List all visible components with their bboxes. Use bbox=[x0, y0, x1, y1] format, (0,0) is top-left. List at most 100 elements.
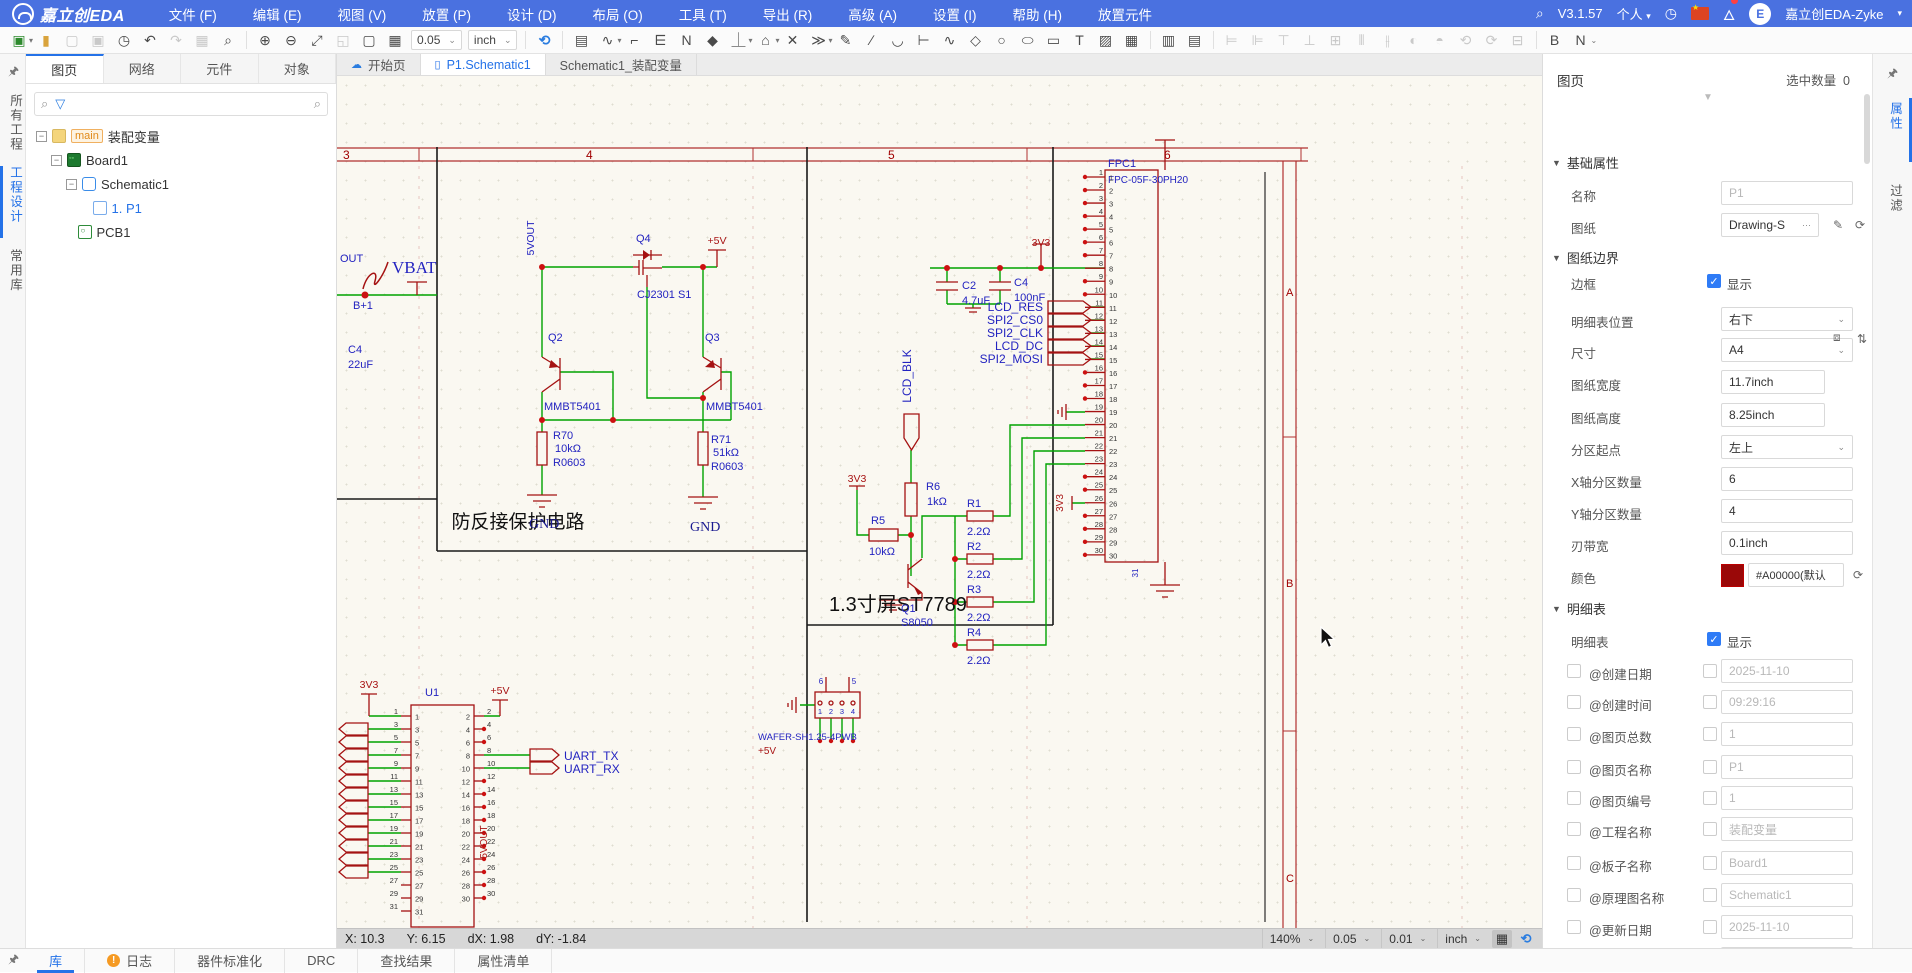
attr-value-checkbox[interactable] bbox=[1703, 791, 1717, 805]
schematic-label[interactable]: 2.2Ω bbox=[967, 526, 991, 538]
align-grid-icon[interactable]: ⊞ bbox=[1324, 29, 1348, 51]
draw-arc-icon[interactable]: ◡ bbox=[886, 29, 910, 51]
schematic-label[interactable]: 3V3 bbox=[848, 473, 867, 485]
grid-toggle-icon[interactable]: ▦ bbox=[1492, 930, 1512, 948]
schematic-label[interactable]: 2.2Ω bbox=[967, 612, 991, 624]
schematic-label[interactable]: GND bbox=[529, 517, 559, 532]
tree-item-PCB1[interactable]: PCB1 bbox=[26, 220, 336, 244]
tab-对象[interactable]: 对象 bbox=[259, 54, 337, 83]
section-collapse-icon[interactable]: ▼ bbox=[1552, 604, 1561, 614]
align-left-icon[interactable]: ⊨ bbox=[1220, 29, 1244, 51]
align-bottom-icon[interactable]: ⊥ bbox=[1298, 29, 1322, 51]
doc-tab-Schematic1_装配变量[interactable]: Schematic1_装配变量 bbox=[546, 54, 697, 75]
attr-show-checkbox[interactable] bbox=[1567, 856, 1581, 870]
schematic-label[interactable]: 22uF bbox=[348, 359, 373, 371]
schematic-label[interactable]: R1 bbox=[967, 498, 981, 510]
schematic-label[interactable]: 31 bbox=[1131, 568, 1140, 577]
schematic-label[interactable]: R4 bbox=[967, 627, 981, 639]
schematic-label[interactable]: 4 bbox=[851, 707, 855, 716]
attr-value-checkbox[interactable] bbox=[1703, 856, 1717, 870]
place-wire-icon[interactable]: ⌐ bbox=[623, 29, 647, 51]
bom-icon[interactable]: B bbox=[1543, 29, 1567, 51]
place-noconnect-icon[interactable]: ✕ bbox=[781, 29, 805, 51]
schematic-label[interactable]: 2.2Ω bbox=[967, 569, 991, 581]
attr-value--图页编号[interactable]: 1 bbox=[1721, 786, 1853, 810]
menu-放置-P-[interactable]: 放置 (P) bbox=[418, 2, 475, 26]
grid-toggle-icon[interactable]: ▦ bbox=[383, 29, 407, 51]
bottom-tab-DRC[interactable]: DRC bbox=[285, 949, 358, 973]
place-netlabel-icon[interactable]: N bbox=[675, 29, 699, 51]
sheet-symbol-icon[interactable]: ▤ bbox=[1183, 29, 1207, 51]
schematic-label[interactable]: OUT bbox=[340, 253, 364, 265]
schematic-label[interactable]: SPI2_CS0 bbox=[987, 313, 1043, 327]
place-resistor-icon[interactable]: ∿ bbox=[595, 29, 619, 51]
menu-编辑-E-[interactable]: 编辑 (E) bbox=[249, 2, 306, 26]
tree-item-装配变量[interactable]: −main装配变量 bbox=[26, 124, 336, 148]
tab-网络[interactable]: 网络 bbox=[104, 54, 182, 83]
alt-grid-select[interactable]: 0.01⌄ bbox=[1381, 929, 1433, 949]
schematic-label[interactable]: C4 bbox=[348, 344, 362, 356]
tree-item-Board1[interactable]: −Board1 bbox=[26, 148, 336, 172]
search-icon[interactable]: ⌕ bbox=[1536, 5, 1544, 22]
attr-show-checkbox[interactable] bbox=[1567, 664, 1581, 678]
sheet-template-input[interactable]: Drawing-S··· bbox=[1721, 213, 1819, 237]
lock-ratio-icon[interactable]: ⧈ bbox=[1833, 330, 1841, 345]
schematic-label[interactable]: 4.7uF bbox=[962, 295, 990, 307]
menu-高级-A-[interactable]: 高级 (A) bbox=[844, 2, 901, 26]
schematic-label[interactable]: R3 bbox=[967, 584, 981, 596]
schematic-label[interactable]: S8050 bbox=[901, 617, 933, 629]
place-junction-icon[interactable]: ◆ bbox=[701, 29, 725, 51]
sidebar-item-common-libs[interactable]: 常用库 bbox=[6, 249, 25, 293]
边框-checkbox[interactable]: ✓ bbox=[1707, 274, 1721, 288]
schematic-label[interactable]: 2 bbox=[829, 707, 833, 716]
align-right-icon[interactable]: ⊫ bbox=[1246, 29, 1270, 51]
menu-放置元件[interactable]: 放置元件 bbox=[1094, 2, 1156, 26]
分区起点-select[interactable]: 左上⌄ bbox=[1721, 435, 1853, 459]
attr-value-checkbox[interactable] bbox=[1703, 760, 1717, 774]
attr-value-checkbox[interactable] bbox=[1703, 695, 1717, 709]
section-collapse-icon[interactable]: ▼ bbox=[1552, 253, 1561, 263]
schematic-label[interactable]: B bbox=[1286, 578, 1293, 590]
flag-icon[interactable] bbox=[1691, 7, 1709, 20]
menu-文件-F-[interactable]: 文件 (F) bbox=[165, 2, 221, 26]
tab-properties[interactable]: 属性 bbox=[1886, 102, 1905, 131]
draw-ellipse-icon[interactable]: ⬭ bbox=[1016, 29, 1040, 51]
doc-tab-P1-Schematic1[interactable]: ▯P1.Schematic1 bbox=[421, 54, 546, 75]
schematic-canvas[interactable]: 3456ABC防反接保护电路1.3寸屏ST7789OUTVBATB+1C422u… bbox=[337, 76, 1542, 928]
expander-icon[interactable]: − bbox=[36, 131, 47, 142]
图纸宽度-input[interactable]: 11.7inch bbox=[1721, 370, 1825, 394]
menu-导出-R-[interactable]: 导出 (R) bbox=[759, 2, 817, 26]
align-top-icon[interactable]: ⊤ bbox=[1272, 29, 1296, 51]
schematic-label[interactable]: WAFER-SH1.25-4PWB bbox=[758, 732, 857, 743]
new-document-icon[interactable]: ▣ bbox=[7, 29, 31, 51]
netlist-icon[interactable]: N bbox=[1569, 29, 1593, 51]
draw-polygon-icon[interactable]: ◇ bbox=[964, 29, 988, 51]
scrollbar[interactable] bbox=[1864, 94, 1870, 164]
attr-show-checkbox[interactable] bbox=[1567, 822, 1581, 836]
save-as-icon[interactable]: ▣ bbox=[86, 29, 110, 51]
sheet-frame-icon[interactable]: ▥ bbox=[1157, 29, 1181, 51]
file-history-icon[interactable]: ◷ bbox=[112, 29, 136, 51]
find-component-icon[interactable]: ⌕ bbox=[216, 29, 240, 51]
schematic-label[interactable]: B+1 bbox=[353, 300, 373, 312]
名称-input[interactable]: P1 bbox=[1721, 181, 1853, 205]
place-busentry-icon[interactable]: ≫ bbox=[807, 29, 831, 51]
grid-size-select[interactable]: 0.05⌄ bbox=[411, 30, 462, 50]
schematic-label[interactable]: +5V bbox=[758, 746, 776, 757]
schematic-label[interactable]: 3 bbox=[343, 148, 350, 162]
rotate-ccw-icon[interactable]: ⟲ bbox=[1454, 29, 1478, 51]
attr-show-checkbox[interactable] bbox=[1567, 920, 1581, 934]
schematic-label[interactable]: SPI2_MOSI bbox=[980, 352, 1043, 366]
schematic-label[interactable]: VBAT bbox=[392, 258, 437, 277]
menu-工具-T-[interactable]: 工具 (T) bbox=[675, 2, 731, 26]
schematic-label[interactable]: 防反接保护电路 bbox=[451, 511, 584, 533]
doc-tab-开始页[interactable]: ☁开始页 bbox=[337, 54, 421, 75]
schematic-label[interactable]: LCD_RES bbox=[988, 300, 1043, 314]
menu-设计-D-[interactable]: 设计 (D) bbox=[503, 2, 561, 26]
menu-视图-V-[interactable]: 视图 (V) bbox=[334, 2, 391, 26]
attr-value--图页名称[interactable]: P1 bbox=[1721, 755, 1853, 779]
draw-pen-icon[interactable]: ✎ bbox=[834, 29, 858, 51]
save-icon[interactable]: ▢ bbox=[60, 29, 84, 51]
flip-vertical-icon[interactable]: ◓ bbox=[1428, 29, 1452, 51]
schematic-label[interactable]: FPC-05F-30PH20 bbox=[1108, 175, 1188, 186]
